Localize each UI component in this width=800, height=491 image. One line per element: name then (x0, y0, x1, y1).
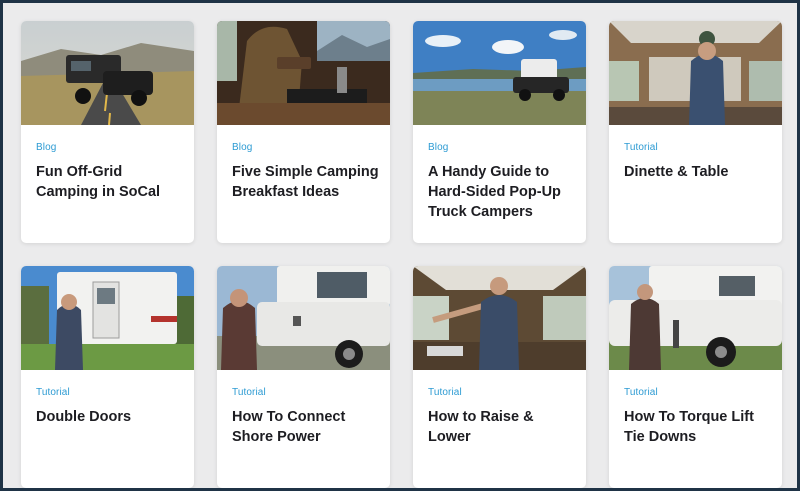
article-title[interactable]: How To Connect Shore Power (232, 407, 380, 447)
category-label: Blog (428, 142, 449, 153)
camper-interior-photo[interactable] (609, 21, 782, 125)
article-title[interactable]: Fun Off-Grid Camping in SoCal (36, 162, 184, 202)
article-title[interactable]: Double Doors (36, 407, 184, 427)
shore-power-photo[interactable] (217, 266, 390, 370)
article-title[interactable]: A Handy Guide to Hard-Sided Pop-Up Truck… (428, 162, 576, 222)
category-label: Tutorial (624, 387, 658, 398)
category-label: Blog (36, 142, 57, 153)
category-label: Tutorial (428, 387, 462, 398)
cooking-in-camper-photo[interactable] (217, 21, 390, 125)
camper-rear-doors-photo[interactable] (21, 266, 194, 370)
article-card[interactable]: Tutorial Double Doors (21, 266, 194, 488)
article-card[interactable]: Blog Fun Off-Grid Camping in SoCal (21, 21, 194, 243)
category-label: Tutorial (624, 142, 658, 153)
article-title[interactable]: How to Raise & Lower (428, 407, 576, 447)
raise-lower-photo[interactable] (413, 266, 586, 370)
article-card[interactable]: Tutorial Dinette & Table (609, 21, 782, 243)
tie-downs-photo[interactable] (609, 266, 782, 370)
article-grid: Blog Fun Off-Grid Camping in SoCal Blog … (3, 3, 797, 488)
article-card[interactable]: Tutorial How to Raise & Lower (413, 266, 586, 488)
article-title[interactable]: Five Simple Camping Breakfast Ideas (232, 162, 380, 202)
article-card[interactable]: Blog Five Simple Camping Breakfast Ideas (217, 21, 390, 243)
article-card[interactable]: Tutorial How To Connect Shore Power (217, 266, 390, 488)
category-label: Tutorial (36, 387, 70, 398)
article-card[interactable]: Tutorial How To Torque Lift Tie Downs (609, 266, 782, 488)
article-title[interactable]: How To Torque Lift Tie Downs (624, 407, 772, 447)
truck-camper-on-road-photo[interactable] (21, 21, 194, 125)
camper-by-lake-photo[interactable] (413, 21, 586, 125)
article-title[interactable]: Dinette & Table (624, 162, 772, 182)
category-label: Tutorial (232, 387, 266, 398)
category-label: Blog (232, 142, 253, 153)
article-card[interactable]: Blog A Handy Guide to Hard-Sided Pop-Up … (413, 21, 586, 243)
